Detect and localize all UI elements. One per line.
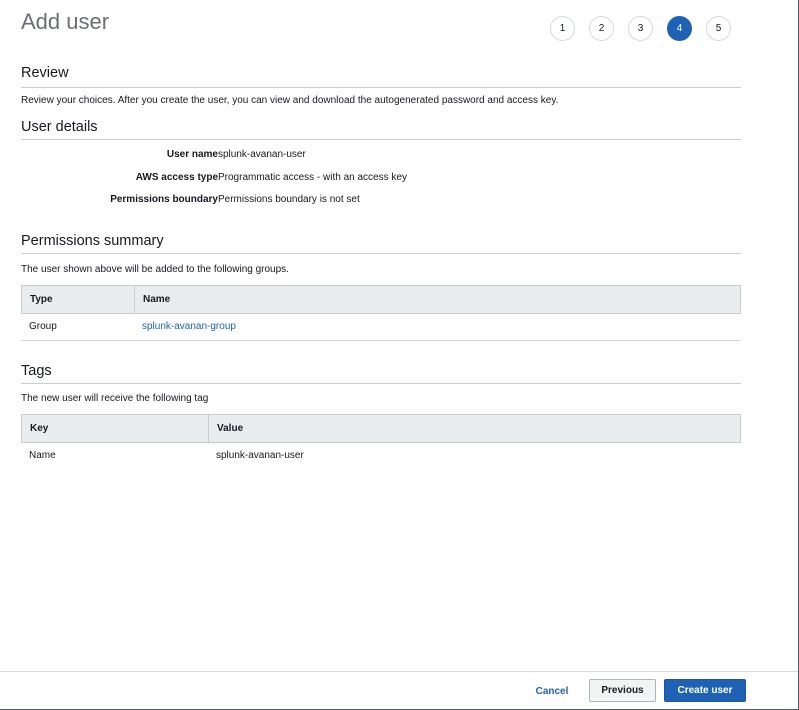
step-2[interactable]: 2 — [589, 16, 614, 41]
column-header-key: Key — [30, 423, 49, 434]
permissions-summary-description: The user shown above will be added to th… — [21, 264, 289, 275]
table-header: Type Name — [21, 285, 741, 314]
divider — [21, 87, 741, 88]
detail-value: splunk-avanan-user — [218, 149, 306, 160]
divider — [21, 253, 741, 254]
step-5[interactable]: 5 — [706, 16, 731, 41]
table-row: Name splunk-avanan-user — [21, 443, 741, 470]
column-header-type: Type — [30, 294, 53, 305]
page-title: Add user — [21, 9, 110, 34]
cell-key: Name — [29, 450, 56, 461]
user-details-title: User details — [21, 119, 98, 135]
previous-button[interactable]: Previous — [589, 679, 656, 702]
permissions-summary-title: Permissions summary — [21, 233, 164, 249]
step-1[interactable]: 1 — [550, 16, 575, 41]
detail-label: User name — [166, 149, 218, 160]
wizard-footer: Cancel Previous Create user — [0, 671, 798, 709]
detail-value: Permissions boundary is not set — [218, 194, 360, 205]
step-3[interactable]: 3 — [628, 16, 653, 41]
column-header-value: Value — [217, 423, 244, 434]
tags-table: Key Value Name splunk-avanan-user — [21, 414, 741, 470]
groups-table: Type Name Group splunk-avanan-group — [21, 285, 741, 341]
divider — [21, 139, 741, 140]
cancel-button[interactable]: Cancel — [524, 680, 580, 702]
cell-type: Group — [29, 321, 57, 332]
divider — [21, 383, 741, 384]
table-row: Group splunk-avanan-group — [21, 314, 741, 341]
detail-label: AWS access type — [135, 172, 218, 183]
review-title: Review — [21, 65, 69, 81]
table-header: Key Value — [21, 414, 741, 443]
group-link[interactable]: splunk-avanan-group — [134, 314, 236, 340]
tags-description: The new user will receive the following … — [21, 393, 209, 404]
review-description: Review your choices. After you create th… — [21, 95, 559, 106]
detail-value: Programmatic access - with an access key — [218, 172, 407, 183]
column-header-name: Name — [143, 294, 171, 305]
cell-value: splunk-avanan-user — [216, 450, 304, 461]
step-4-active[interactable]: 4 — [667, 16, 692, 41]
tags-title: Tags — [21, 363, 52, 379]
create-user-button[interactable]: Create user — [664, 679, 746, 702]
window-frame: Add user 1 2 3 4 5 Review Review your ch… — [0, 0, 799, 710]
detail-label: Permissions boundary — [110, 194, 218, 205]
wizard-steps: 1 2 3 4 5 — [550, 16, 745, 41]
